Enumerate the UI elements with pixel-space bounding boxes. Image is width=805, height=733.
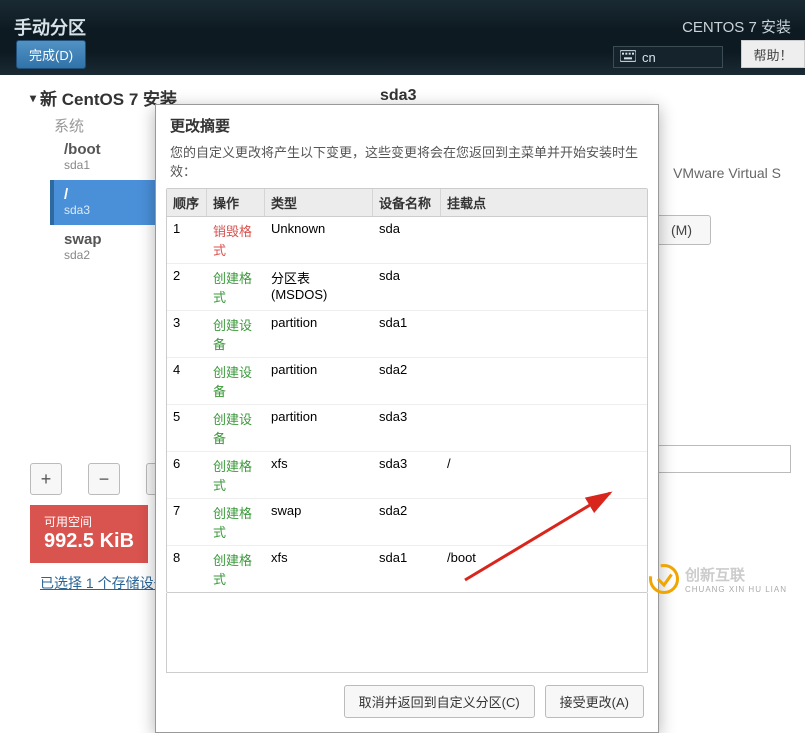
- cell-type: xfs: [265, 452, 373, 498]
- add-partition-button[interactable]: +: [30, 463, 62, 495]
- table-row[interactable]: 7创建格式swapsda2: [167, 499, 647, 546]
- cell-device: sda: [373, 264, 441, 310]
- cell-device: sda2: [373, 358, 441, 404]
- cell-type: xfs: [265, 546, 373, 592]
- available-space-label: 可用空间: [44, 513, 134, 530]
- cell-type: 分区表 (MSDOS): [265, 264, 373, 310]
- col-mount[interactable]: 挂载点: [441, 189, 647, 216]
- cell-order: 5: [167, 405, 207, 451]
- cell-order: 2: [167, 264, 207, 310]
- keyboard-icon: [620, 50, 636, 65]
- cell-operation: 创建设备: [207, 311, 265, 357]
- cell-type: Unknown: [265, 217, 373, 263]
- device-model-text: VMware Virtual S: [673, 165, 781, 181]
- cancel-button[interactable]: 取消并返回到自定义分区(C): [344, 685, 535, 718]
- cell-device: sda1: [373, 546, 441, 592]
- dialog-description: 您的自定义更改将产生以下变更，这些变更将会在您返回到主菜单并开始安装时生效：: [156, 142, 658, 188]
- cell-mount: [441, 405, 647, 451]
- installer-title: CENTOS 7 安装: [682, 16, 791, 37]
- table-row[interactable]: 5创建设备partitionsda3: [167, 405, 647, 452]
- keyboard-layout-value: cn: [642, 50, 656, 65]
- accept-button[interactable]: 接受更改(A): [545, 685, 644, 718]
- logo-subtext: CHUANG XIN HU LIAN: [685, 585, 787, 594]
- cell-operation: 创建设备: [207, 405, 265, 451]
- table-row[interactable]: 4创建设备partitionsda2: [167, 358, 647, 405]
- col-operation[interactable]: 操作: [207, 189, 265, 216]
- change-summary-dialog: 更改摘要 您的自定义更改将产生以下变更，这些变更将会在您返回到主菜单并开始安装时…: [155, 104, 659, 733]
- table-row[interactable]: 6创建格式xfssda3/: [167, 452, 647, 499]
- cell-order: 1: [167, 217, 207, 263]
- cell-order: 4: [167, 358, 207, 404]
- keyboard-layout-selector[interactable]: cn: [613, 46, 723, 68]
- category-label: 系统: [54, 115, 84, 136]
- cell-order: 3: [167, 311, 207, 357]
- cell-device: sda: [373, 217, 441, 263]
- cell-order: 6: [167, 452, 207, 498]
- cell-mount: [441, 311, 647, 357]
- available-space-box: 可用空间 992.5 KiB: [30, 505, 148, 563]
- col-order[interactable]: 顺序: [167, 189, 207, 216]
- done-button[interactable]: 完成(D): [16, 40, 86, 69]
- cell-order: 8: [167, 546, 207, 592]
- selected-partition-label: sda3: [380, 87, 416, 105]
- cell-mount: [441, 217, 647, 263]
- table-row[interactable]: 3创建设备partitionsda1: [167, 311, 647, 358]
- cell-operation: 创建格式: [207, 499, 265, 545]
- cell-type: partition: [265, 405, 373, 451]
- cell-operation: 销毁格式: [207, 217, 265, 263]
- logo-text: 创新互联: [685, 564, 787, 585]
- top-bar: 手动分区 CENTOS 7 安装 完成(D) cn 帮助！: [0, 0, 805, 75]
- help-button[interactable]: 帮助！: [741, 40, 805, 68]
- cell-operation: 创建格式: [207, 546, 265, 592]
- cell-device: sda3: [373, 405, 441, 451]
- table-row[interactable]: 2创建格式分区表 (MSDOS)sda: [167, 264, 647, 311]
- cell-operation: 创建格式: [207, 452, 265, 498]
- modify-button[interactable]: (M): [652, 215, 711, 245]
- cell-type: partition: [265, 358, 373, 404]
- table-header-row: 顺序 操作 类型 设备名称 挂载点: [167, 189, 647, 217]
- cell-mount: [441, 358, 647, 404]
- cell-type: swap: [265, 499, 373, 545]
- dialog-title: 更改摘要: [156, 105, 658, 142]
- cell-device: sda2: [373, 499, 441, 545]
- cell-order: 7: [167, 499, 207, 545]
- page-title: 手动分区: [14, 14, 86, 40]
- col-type[interactable]: 类型: [265, 189, 373, 216]
- available-space-value: 992.5 KiB: [44, 530, 134, 553]
- cell-mount: [441, 264, 647, 310]
- cell-mount: /: [441, 452, 647, 498]
- cell-device: sda3: [373, 452, 441, 498]
- cell-operation: 创建格式: [207, 264, 265, 310]
- watermark-logo: 创新互联 CHUANG XIN HU LIAN: [649, 564, 787, 594]
- table-row[interactable]: 8创建格式xfssda1/boot: [167, 546, 647, 592]
- cell-type: partition: [265, 311, 373, 357]
- dialog-button-row: 取消并返回到自定义分区(C) 接受更改(A): [156, 673, 658, 732]
- table-row[interactable]: 1销毁格式Unknownsda: [167, 217, 647, 264]
- col-device[interactable]: 设备名称: [373, 189, 441, 216]
- table-empty-area: [166, 593, 648, 673]
- cell-device: sda1: [373, 311, 441, 357]
- collapse-icon: ▾: [30, 91, 36, 105]
- cell-mount: [441, 499, 647, 545]
- remove-partition-button[interactable]: −: [88, 463, 120, 495]
- cell-operation: 创建设备: [207, 358, 265, 404]
- changes-table: 顺序 操作 类型 设备名称 挂载点 1销毁格式Unknownsda2创建格式分区…: [166, 188, 648, 593]
- cell-mount: /boot: [441, 546, 647, 592]
